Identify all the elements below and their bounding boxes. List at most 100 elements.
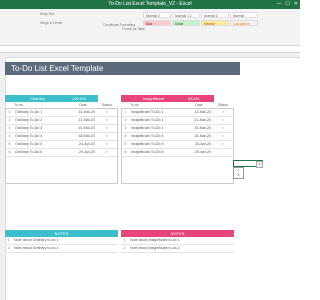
insignificant-panel: Insignificant 83.3% To do Date Status 1I… [121, 95, 234, 184]
todo-cell[interactable]: Ordinary To-Do 2 [13, 117, 71, 124]
status-cell[interactable]: ✓ [213, 133, 233, 140]
format-as-table-button[interactable]: Format as Table [122, 27, 145, 31]
todo-cell[interactable]: Insignificant To-Do 5 [129, 141, 187, 148]
table-row[interactable]: 4 Ordinary To-Do 4 18-Mar-20 ✓ [6, 133, 117, 141]
date-cell[interactable]: 18-Mar-20 [187, 133, 213, 140]
style-normal[interactable]: Normal [230, 12, 258, 18]
style-bad[interactable]: Bad [143, 20, 171, 26]
table-row[interactable]: 2 Ordinary To-Do 2 21-Mar-20 ✓ [6, 117, 117, 125]
date-column-label: Date [195, 103, 203, 107]
table-row[interactable]: 5 Ordinary To-Do 5 24-Apr-20 ✓ [6, 141, 117, 149]
window-controls: — ☐ ✕ [276, 0, 298, 9]
status-cell[interactable]: ✓ [213, 141, 233, 148]
table-row[interactable]: 2 Insignificant To-Do 2 21-Mar-20 ✓ [122, 117, 233, 125]
todo-cell[interactable]: Insignificant To-Do 4 [129, 133, 187, 140]
ordinary-notes: NOTES 1 Note about Ordinary to-do 1 2 Note… [5, 230, 118, 253]
style-normal-2[interactable]: Normal 2 [143, 12, 171, 18]
status-cell[interactable]: ✓ [97, 141, 117, 148]
banner-title: To-Do List Excel Template [5, 62, 240, 75]
todo-column-label: To do [14, 103, 23, 107]
row-number: 3 [124, 126, 127, 130]
status-dropdown-list[interactable]: ✓ X [233, 167, 244, 179]
status-cell[interactable]: ✓ [97, 109, 117, 116]
todo-cell[interactable]: Insignificant To-Do 1 [129, 109, 187, 116]
note-text[interactable]: Note about Ordinary to-do 1 [12, 237, 59, 244]
style-good[interactable]: Good [172, 20, 200, 26]
ordinary-list: 1 Ordinary To-Do 1 13-Mar-20 ✓ 2 Ordinary To… [5, 109, 118, 184]
todo-cell[interactable]: Insignificant To-Do 6 [129, 149, 187, 156]
date-cell[interactable]: 13-Mar-20 [187, 109, 213, 116]
date-cell[interactable]: 24-Apr-20 [187, 141, 213, 148]
table-row[interactable]: 4 Insignificant To-Do 4 18-Mar-20 ✓ [122, 133, 233, 141]
row-number: 4 [8, 134, 11, 138]
note-row[interactable]: 1 Note about Insignificant to-do 1 [121, 237, 234, 245]
date-cell[interactable]: 13-Mar-20 [71, 109, 97, 116]
window-title: To-Do List Excel Template_V2 - Excel [108, 1, 192, 7]
date-cell[interactable]: 29-Apr-20 [71, 149, 97, 156]
style-normal-3[interactable]: Normal 3 [201, 12, 229, 18]
date-cell[interactable]: 10-Mar-20 [187, 125, 213, 132]
merge-center-button[interactable]: Merge & Center [40, 21, 63, 25]
note-row[interactable]: 1 Note about Ordinary to-do 1 [5, 237, 118, 245]
wrap-text-button[interactable]: Wrap Text [40, 12, 54, 16]
style-neutral[interactable]: Neutral [201, 20, 229, 26]
table-row[interactable]: 6 Insignificant To-Do 6 29-Apr-20 [122, 149, 233, 157]
date-cell[interactable]: 29-Apr-20 [187, 149, 213, 156]
table-row[interactable]: 1 Ordinary To-Do 1 13-Mar-20 ✓ [6, 109, 117, 117]
status-cell[interactable]: ✓ [97, 117, 117, 124]
status-cell[interactable]: ✓ [97, 149, 117, 156]
column-headers [0, 53, 300, 58]
table-row[interactable]: 3 Insignificant To-Do 3 10-Mar-20 ✓ [122, 125, 233, 133]
table-row[interactable]: 6 Ordinary To-Do 6 29-Apr-20 ✓ [6, 149, 117, 157]
date-cell[interactable]: 18-Mar-20 [71, 133, 97, 140]
todo-cell[interactable]: Ordinary To-Do 6 [13, 149, 71, 156]
date-cell[interactable]: 21-Mar-20 [187, 117, 213, 124]
dropdown-option[interactable]: X [234, 173, 243, 178]
ordinary-header: Ordinary 100.0% [5, 95, 118, 102]
note-text[interactable]: Note about Insignificant to-do 1 [128, 237, 180, 244]
status-column-label: Status [217, 103, 229, 107]
insignificant-header: Insignificant 83.3% [121, 95, 234, 102]
note-text[interactable]: Note about Ordinary to-do 2 [12, 245, 59, 252]
ordinary-panel: Ordinary 100.0% To do Date Status 1 Ordin… [5, 95, 118, 184]
todo-cell[interactable]: Ordinary To-Do 1 [13, 109, 71, 116]
note-row[interactable]: 2 Note about Ordinary to-do 2 [5, 245, 118, 253]
status-cell[interactable]: ✓ [213, 125, 233, 132]
date-column-label: Date [79, 103, 87, 107]
maximize-icon[interactable]: ☐ [285, 0, 289, 9]
notes-header: NOTES [5, 230, 118, 237]
chevron-down-icon[interactable]: ▾ [256, 161, 263, 168]
row-number: 5 [8, 142, 11, 146]
row-number: 6 [8, 150, 11, 154]
todo-cell[interactable]: Ordinary To-Do 5 [13, 141, 71, 148]
close-icon[interactable]: ✕ [294, 0, 298, 9]
table-row[interactable]: 1 Insignificant To-Do 1 13-Mar-20 ✓ [122, 109, 233, 117]
status-cell[interactable]: ✓ [213, 109, 233, 116]
insignificant-notes: NOTES 1 Note about Insignificant to-do 1 … [121, 230, 234, 253]
table-row[interactable]: 5 Insignificant To-Do 5 24-Apr-20 ✓ [122, 141, 233, 149]
style-calculation[interactable]: Calculation [230, 20, 258, 26]
status-cell[interactable]: ✓ [97, 133, 117, 140]
minimize-icon[interactable]: — [276, 0, 281, 9]
todo-column-label: To do [130, 103, 139, 107]
style-normal-2-2[interactable]: Normal 2 2 [172, 12, 200, 18]
note-row[interactable]: 2 Note about Insignificant to-do 2 [121, 245, 234, 253]
note-text[interactable]: Note about Insignificant to-do 2 [128, 245, 180, 252]
status-cell[interactable]: ✓ [213, 117, 233, 124]
todo-cell[interactable]: Insignificant To-Do 3 [129, 125, 187, 132]
table-row[interactable]: 3 Ordinary To-Do 3 10-Mar-20 ✓ [6, 125, 117, 133]
date-cell[interactable]: 21-Mar-20 [71, 117, 97, 124]
row-number: 1 [8, 110, 11, 114]
todo-cell[interactable]: Ordinary To-Do 4 [13, 133, 71, 140]
row-number: 4 [124, 134, 127, 138]
todo-cell[interactable]: Ordinary To-Do 3 [13, 125, 71, 132]
formula-bar[interactable] [0, 46, 300, 53]
status-cell[interactable]: ✓ [97, 125, 117, 132]
notes-header: NOTES [121, 230, 234, 237]
todo-cell[interactable]: Insignificant To-Do 2 [129, 117, 187, 124]
row-number: 2 [124, 118, 127, 122]
date-cell[interactable]: 10-Mar-20 [71, 125, 97, 132]
date-cell[interactable]: 24-Apr-20 [71, 141, 97, 148]
status-column-label: Status [101, 103, 113, 107]
status-cell[interactable] [213, 149, 233, 156]
